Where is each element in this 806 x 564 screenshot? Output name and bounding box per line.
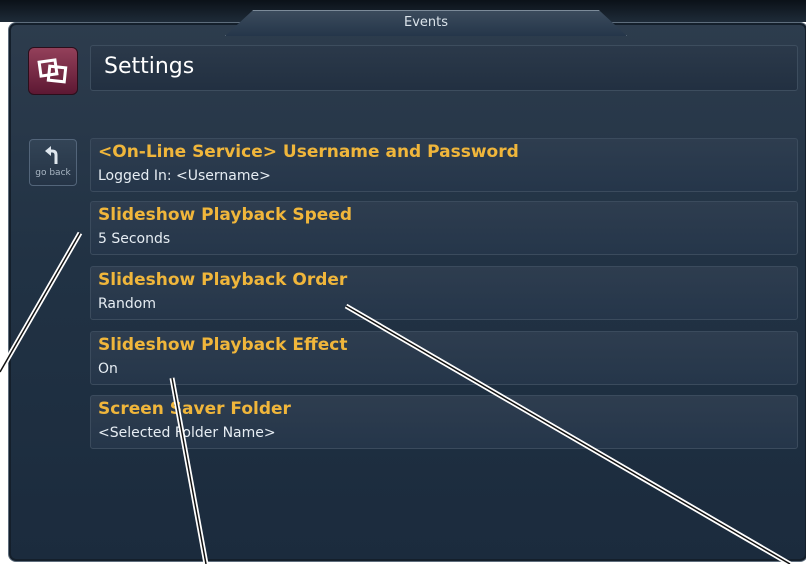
- setting-value: Logged In: <Username>: [98, 168, 271, 184]
- setting-title: Screen Saver Folder: [98, 399, 291, 419]
- setting-title: Slideshow Playback Effect: [98, 335, 348, 355]
- setting-title: <On-Line Service> Username and Password: [98, 142, 519, 162]
- page-title: Settings: [104, 54, 195, 79]
- tab-events[interactable]: Events: [225, 10, 627, 36]
- setting-value: 5 Seconds: [98, 231, 171, 247]
- setting-screensaver-folder[interactable]: Screen Saver Folder <Selected Folder Nam…: [90, 395, 798, 449]
- setting-title: Slideshow Playback Order: [98, 270, 348, 290]
- setting-online-service-credentials[interactable]: <On-Line Service> Username and Password …: [90, 138, 798, 192]
- app-window: Events Settings go back <On-Line Service…: [0, 0, 806, 564]
- setting-slideshow-speed[interactable]: Slideshow Playback Speed 5 Seconds: [90, 201, 798, 255]
- go-back-label: go back: [35, 168, 71, 178]
- go-back-button[interactable]: go back: [29, 139, 77, 186]
- setting-title: Slideshow Playback Speed: [98, 205, 353, 225]
- back-arrow-icon: [43, 146, 65, 170]
- setting-value: Random: [98, 296, 156, 312]
- setting-slideshow-order[interactable]: Slideshow Playback Order Random: [90, 266, 798, 320]
- slideshow-frames-icon: [28, 47, 78, 95]
- title-bar: Settings: [90, 45, 798, 91]
- setting-slideshow-effect[interactable]: Slideshow Playback Effect On: [90, 331, 798, 385]
- setting-value: On: [98, 361, 118, 377]
- setting-value: <Selected Folder Name>: [98, 425, 276, 441]
